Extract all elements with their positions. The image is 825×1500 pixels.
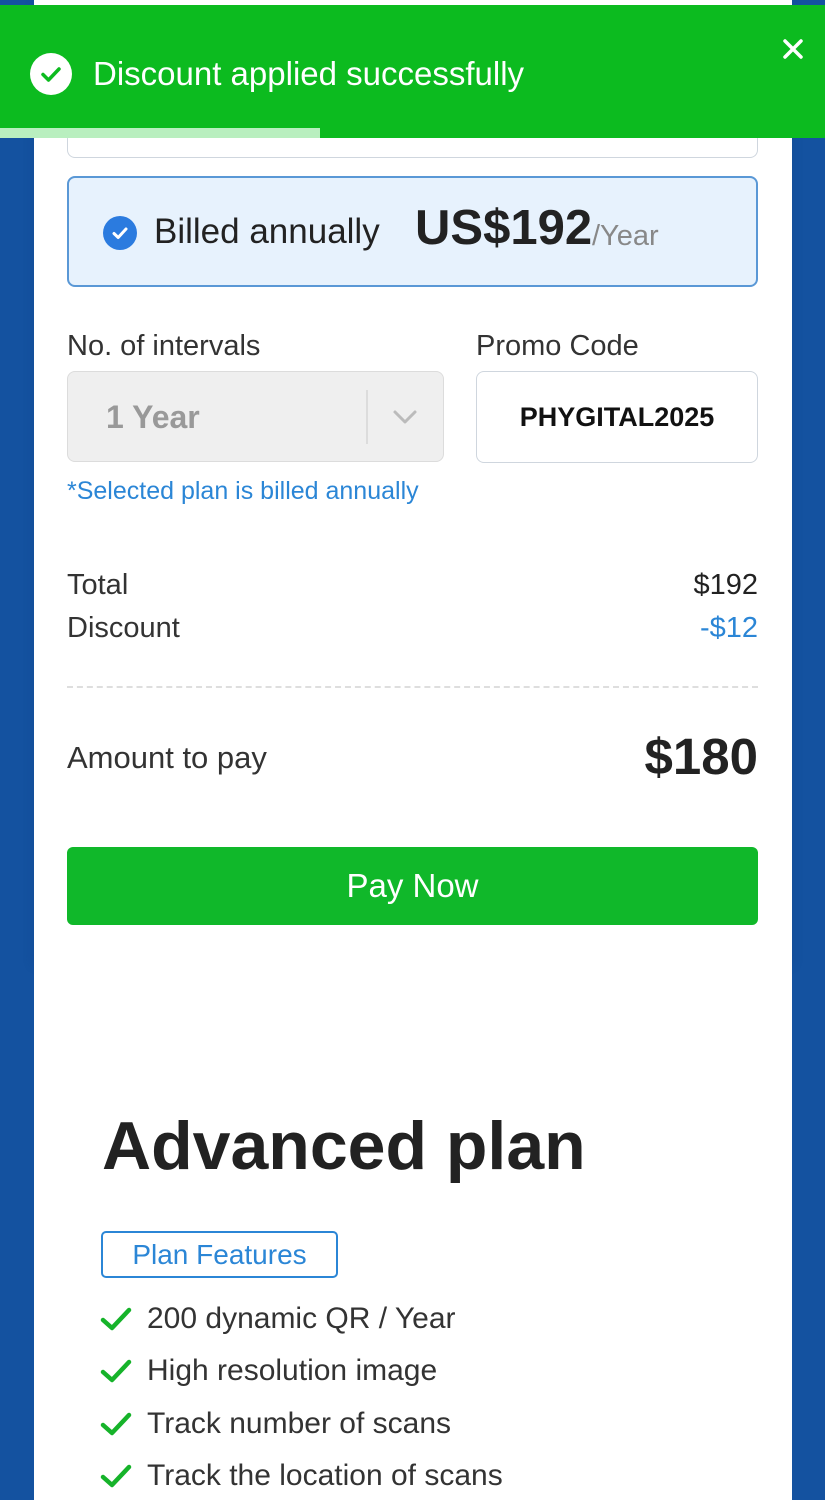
billing-price-unit: /Year [592, 220, 659, 252]
total-label: Total [67, 569, 129, 601]
feature-text: 200 dynamic QR / Year [147, 1302, 456, 1335]
close-icon[interactable] [776, 32, 810, 66]
feature-item: High resolution image [100, 1351, 760, 1391]
summary-divider [67, 686, 758, 688]
plan-title: Advanced plan [102, 1108, 586, 1184]
toast-progress-bar [0, 128, 320, 138]
feature-item: Track number of scans [100, 1404, 760, 1444]
promo-code-input[interactable] [476, 371, 758, 463]
plan-features-badge: Plan Features [101, 1231, 338, 1278]
intervals-label: No. of intervals [67, 330, 261, 362]
pay-now-label: Pay Now [346, 867, 479, 904]
feature-text: High resolution image [147, 1354, 438, 1387]
check-icon [100, 1304, 132, 1334]
toast-message: Discount applied successfully [93, 55, 525, 92]
intervals-selected-value: 1 Year [106, 399, 200, 435]
amount-to-pay-value: $180 [644, 728, 758, 785]
amount-to-pay-label: Amount to pay [67, 740, 267, 775]
chevron-down-icon[interactable] [390, 404, 420, 430]
billing-option-label: Billed annually [154, 212, 380, 251]
billing-note: *Selected plan is billed annually [67, 477, 419, 505]
feature-text: Track the location of scans [147, 1459, 503, 1492]
total-value: $192 [693, 569, 758, 601]
billing-price: US$192 [415, 201, 593, 255]
success-toast: Discount applied successfully [0, 5, 825, 138]
check-icon [100, 1356, 132, 1386]
feature-text: Track number of scans [147, 1407, 451, 1440]
billing-option-annual[interactable]: Billed annually US$192 /Year [67, 176, 758, 287]
check-icon [100, 1409, 132, 1439]
check-icon [100, 1461, 132, 1491]
discount-value: -$12 [699, 612, 758, 644]
feature-item: 200 dynamic QR / Year [100, 1299, 760, 1339]
feature-item: Track the location of scans [100, 1456, 760, 1496]
promo-code-label: Promo Code [476, 330, 639, 362]
intervals-select[interactable]: 1 Year [67, 371, 444, 462]
check-circle-icon [30, 53, 72, 95]
check-circle-icon [103, 216, 137, 250]
select-divider [366, 390, 368, 444]
pay-now-button[interactable]: Pay Now [67, 847, 758, 925]
discount-label: Discount [67, 612, 180, 644]
